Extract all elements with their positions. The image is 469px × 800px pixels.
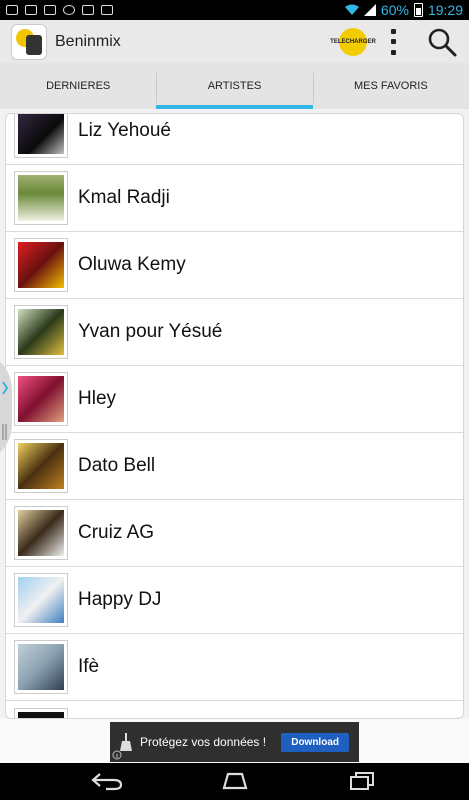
list-item[interactable]: Oluwa Kemy [6, 232, 463, 299]
artist-name: Hley [78, 388, 117, 409]
recent-apps-icon[interactable] [348, 771, 376, 791]
artist-name: Cruiz AG [78, 522, 155, 543]
back-icon[interactable] [90, 771, 124, 791]
broom-icon [120, 733, 132, 751]
search-icon[interactable] [427, 27, 457, 57]
app-logo[interactable] [11, 23, 47, 60]
artist-thumbnail [14, 506, 68, 560]
artist-thumbnail [14, 238, 68, 292]
artist-thumbnail [14, 114, 68, 158]
drawer-handle-icon[interactable] [0, 362, 12, 452]
list-item[interactable]: Happy DJ [6, 567, 463, 634]
artist-thumbnail [14, 372, 68, 426]
clock: 19:29 [427, 2, 463, 18]
artist-name: Oluwa Kemy [78, 254, 186, 275]
camera-icon [44, 5, 56, 15]
whatsapp-icon [63, 5, 75, 15]
tab-mes-favoris[interactable]: MES FAVORIS [312, 63, 469, 109]
battery-percent: 60% [380, 2, 409, 18]
ad-banner[interactable]: Protégez vos données ! Download [110, 722, 359, 762]
artist-thumbnail [14, 305, 68, 359]
artist-name: Yvan pour Yésué [78, 321, 223, 342]
signal-icon [363, 4, 376, 16]
artist-thumbnail [14, 439, 68, 493]
action-bar: Beninmix TELECHARGER [0, 20, 469, 63]
artist-name: Ifè [78, 656, 100, 677]
overflow-menu-icon[interactable] [389, 28, 397, 55]
artist-thumbnail [14, 171, 68, 225]
status-bar: 60% 19:29 [0, 0, 469, 20]
artist-name: Happy DJ [78, 589, 162, 610]
list-item[interactable]: Ifè [6, 634, 463, 701]
ad-info-icon[interactable] [112, 750, 122, 760]
mail-icon [6, 5, 18, 15]
artist-name: Liz Yehoué [78, 120, 171, 141]
list-item[interactable]: Kmal Radji [6, 165, 463, 232]
list-item[interactable]: Cruiz AG [6, 500, 463, 567]
notification-icons [0, 5, 113, 15]
chat-icon [82, 5, 94, 15]
tab-dernieres[interactable]: DERNIERES [0, 63, 156, 109]
artist-list[interactable]: Liz Yehoué Kmal Radji Oluwa Kemy Yvan po… [5, 113, 464, 719]
list-item[interactable] [6, 701, 463, 718]
home-icon[interactable] [219, 772, 251, 790]
list-item[interactable]: Liz Yehoué [6, 114, 463, 165]
artist-name: Dato Bell [78, 455, 156, 476]
artist-thumbnail [14, 573, 68, 627]
image-icon [25, 5, 37, 15]
download-ad-badge[interactable]: TELECHARGER [330, 27, 376, 56]
list-item[interactable]: Yvan pour Yésué [6, 299, 463, 366]
missed-call-icon [101, 5, 113, 15]
app-title: Beninmix [55, 32, 121, 50]
list-item[interactable]: Dato Bell [6, 433, 463, 500]
wifi-icon [344, 4, 359, 15]
navigation-bar [0, 763, 469, 800]
artist-thumbnail [14, 640, 68, 694]
ad-download-button[interactable]: Download [281, 732, 349, 752]
ad-text: Protégez vos données ! [140, 735, 267, 749]
tab-bar: DERNIERES ARTISTES MES FAVORIS [0, 63, 469, 109]
battery-icon [413, 3, 423, 17]
artist-thumbnail [14, 707, 68, 718]
artist-name: Kmal Radji [78, 187, 170, 208]
list-item[interactable]: Hley [6, 366, 463, 433]
tab-artistes[interactable]: ARTISTES [156, 63, 313, 109]
